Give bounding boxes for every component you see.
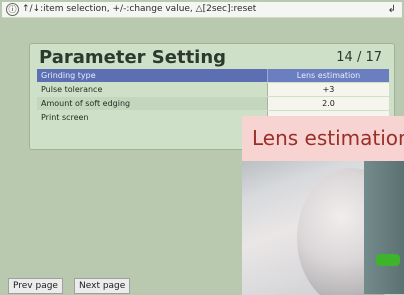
help-text: ↑/↓:item selection, +/-:change value, △[… <box>22 4 257 14</box>
info-icon: ⓘ <box>6 3 19 16</box>
row-label: Print screen <box>41 113 89 122</box>
row-soft-edging[interactable]: Amount of soft edging 2.0 <box>37 97 389 110</box>
panel-header: Parameter Setting 14 / 17 <box>30 44 394 68</box>
lens-marker <box>376 254 400 266</box>
lens-image-edge <box>364 144 404 294</box>
row-label: Amount of soft edging <box>41 99 131 108</box>
next-page-button[interactable]: Next page <box>74 278 131 294</box>
row-label: Grinding type <box>41 71 96 80</box>
row-value[interactable]: 2.0 <box>267 97 389 110</box>
lens-estimation-popup: Lens estimation <box>242 116 404 295</box>
row-value[interactable]: +3 <box>267 83 389 96</box>
page-counter: 14 / 17 <box>336 50 382 65</box>
enter-icon: ↲ <box>387 4 396 15</box>
help-bar: ⓘ ↑/↓:item selection, +/-:change value, … <box>2 2 402 18</box>
lens-banner: Lens estimation <box>242 116 404 161</box>
row-value[interactable]: Lens estimation <box>267 69 389 82</box>
page-title: Parameter Setting <box>39 47 227 68</box>
row-pulse-tolerance[interactable]: Pulse tolerance +3 <box>37 83 389 96</box>
prev-page-button[interactable]: Prev page <box>8 278 63 294</box>
row-label: Pulse tolerance <box>41 85 103 94</box>
row-grinding-type[interactable]: Grinding type Lens estimation <box>37 69 389 82</box>
